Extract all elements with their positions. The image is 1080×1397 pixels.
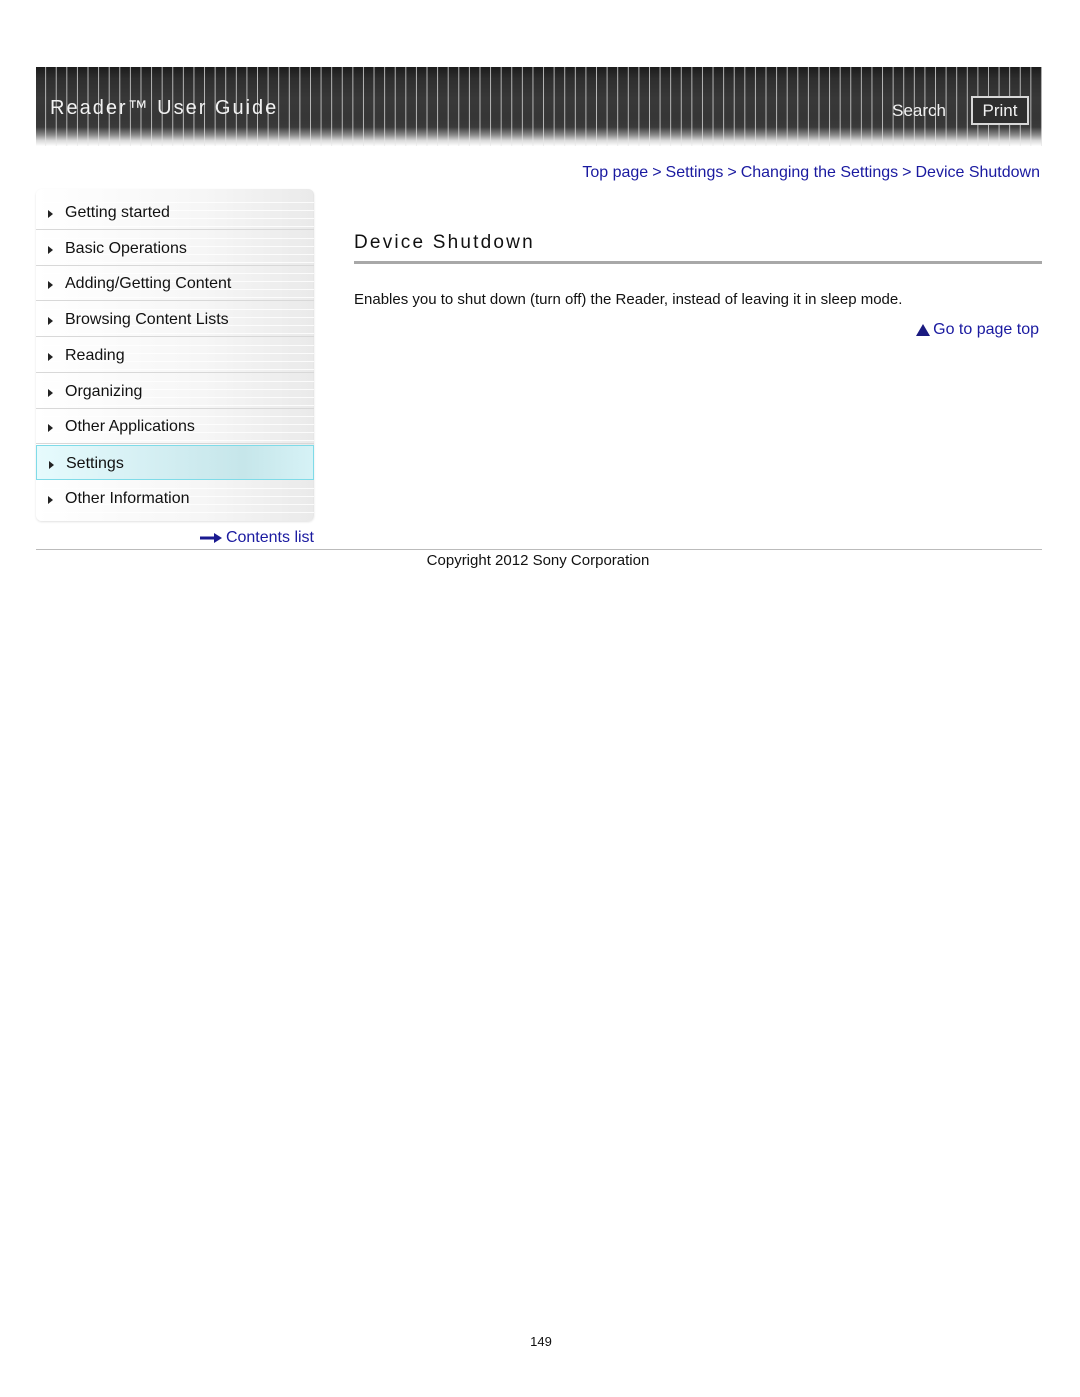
arrow-right-icon xyxy=(48,424,53,432)
triangle-up-icon xyxy=(916,324,931,336)
sidebar-nav: Getting started Basic Operations Adding/… xyxy=(36,189,314,521)
arrow-right-icon xyxy=(48,353,53,361)
header-banner: Reader™ User Guide Search Print xyxy=(36,67,1042,146)
breadcrumb-settings[interactable]: Settings xyxy=(666,164,724,181)
breadcrumb-separator: > xyxy=(652,164,662,181)
breadcrumb-changing-settings[interactable]: Changing the Settings xyxy=(741,164,898,181)
go-to-page-top-label: Go to page top xyxy=(933,321,1039,338)
breadcrumb: Top page > Settings > Changing the Settings >… xyxy=(582,164,1040,182)
copyright-text: Copyright 2012 Sony Corporation xyxy=(426,552,650,569)
sidebar-item-organizing[interactable]: Organizing xyxy=(36,374,314,409)
title-divider xyxy=(354,261,1042,264)
sidebar-item-label: Organizing xyxy=(65,383,143,400)
breadcrumb-device-shutdown[interactable]: Device Shutdown xyxy=(915,164,1040,181)
arrow-right-icon xyxy=(48,246,53,254)
sidebar-item-other-information[interactable]: Other Information xyxy=(36,481,314,516)
sidebar-item-settings[interactable]: Settings xyxy=(36,445,314,480)
breadcrumb-separator: > xyxy=(902,164,912,181)
sidebar-item-label: Settings xyxy=(66,455,124,472)
arrow-right-icon xyxy=(48,210,53,218)
sidebar-item-label: Other Applications xyxy=(65,418,195,435)
sidebar-item-basic-operations[interactable]: Basic Operations xyxy=(36,231,314,266)
sidebar-item-label: Browsing Content Lists xyxy=(65,311,229,328)
breadcrumb-separator: > xyxy=(727,164,737,181)
footer-divider xyxy=(36,549,1042,550)
sidebar-item-reading[interactable]: Reading xyxy=(36,338,314,373)
breadcrumb-top-page[interactable]: Top page xyxy=(582,164,648,181)
search-button[interactable]: Search xyxy=(892,101,946,121)
sidebar-item-label: Reading xyxy=(65,347,125,364)
contents-list-link[interactable]: Contents list xyxy=(199,529,314,547)
sidebar-item-other-applications[interactable]: Other Applications xyxy=(36,409,314,444)
page-title: Device Shutdown xyxy=(354,232,535,253)
body-text: Enables you to shut down (turn off) the … xyxy=(354,291,903,308)
go-to-page-top-link[interactable]: Go to page top xyxy=(916,321,1039,339)
sidebar-item-browsing-content-lists[interactable]: Browsing Content Lists xyxy=(36,302,314,337)
arrow-right-icon xyxy=(48,281,53,289)
sidebar-item-adding-getting-content[interactable]: Adding/Getting Content xyxy=(36,266,314,301)
contents-list-label: Contents list xyxy=(225,529,314,546)
sidebar-item-label: Adding/Getting Content xyxy=(65,275,232,292)
arrow-right-icon xyxy=(48,389,53,397)
app-title: Reader™ User Guide xyxy=(50,97,279,119)
arrow-right-icon xyxy=(48,317,53,325)
print-button[interactable]: Print xyxy=(971,96,1029,125)
sidebar-item-getting-started[interactable]: Getting started xyxy=(36,195,314,230)
sidebar-item-label: Other Information xyxy=(65,490,190,507)
page-number: 149 xyxy=(530,1334,552,1349)
arrow-right-icon xyxy=(48,496,53,504)
sidebar-item-label: Basic Operations xyxy=(65,240,187,257)
arrow-right-icon xyxy=(199,533,222,543)
sidebar-item-label: Getting started xyxy=(65,204,170,221)
arrow-right-icon xyxy=(49,461,54,469)
